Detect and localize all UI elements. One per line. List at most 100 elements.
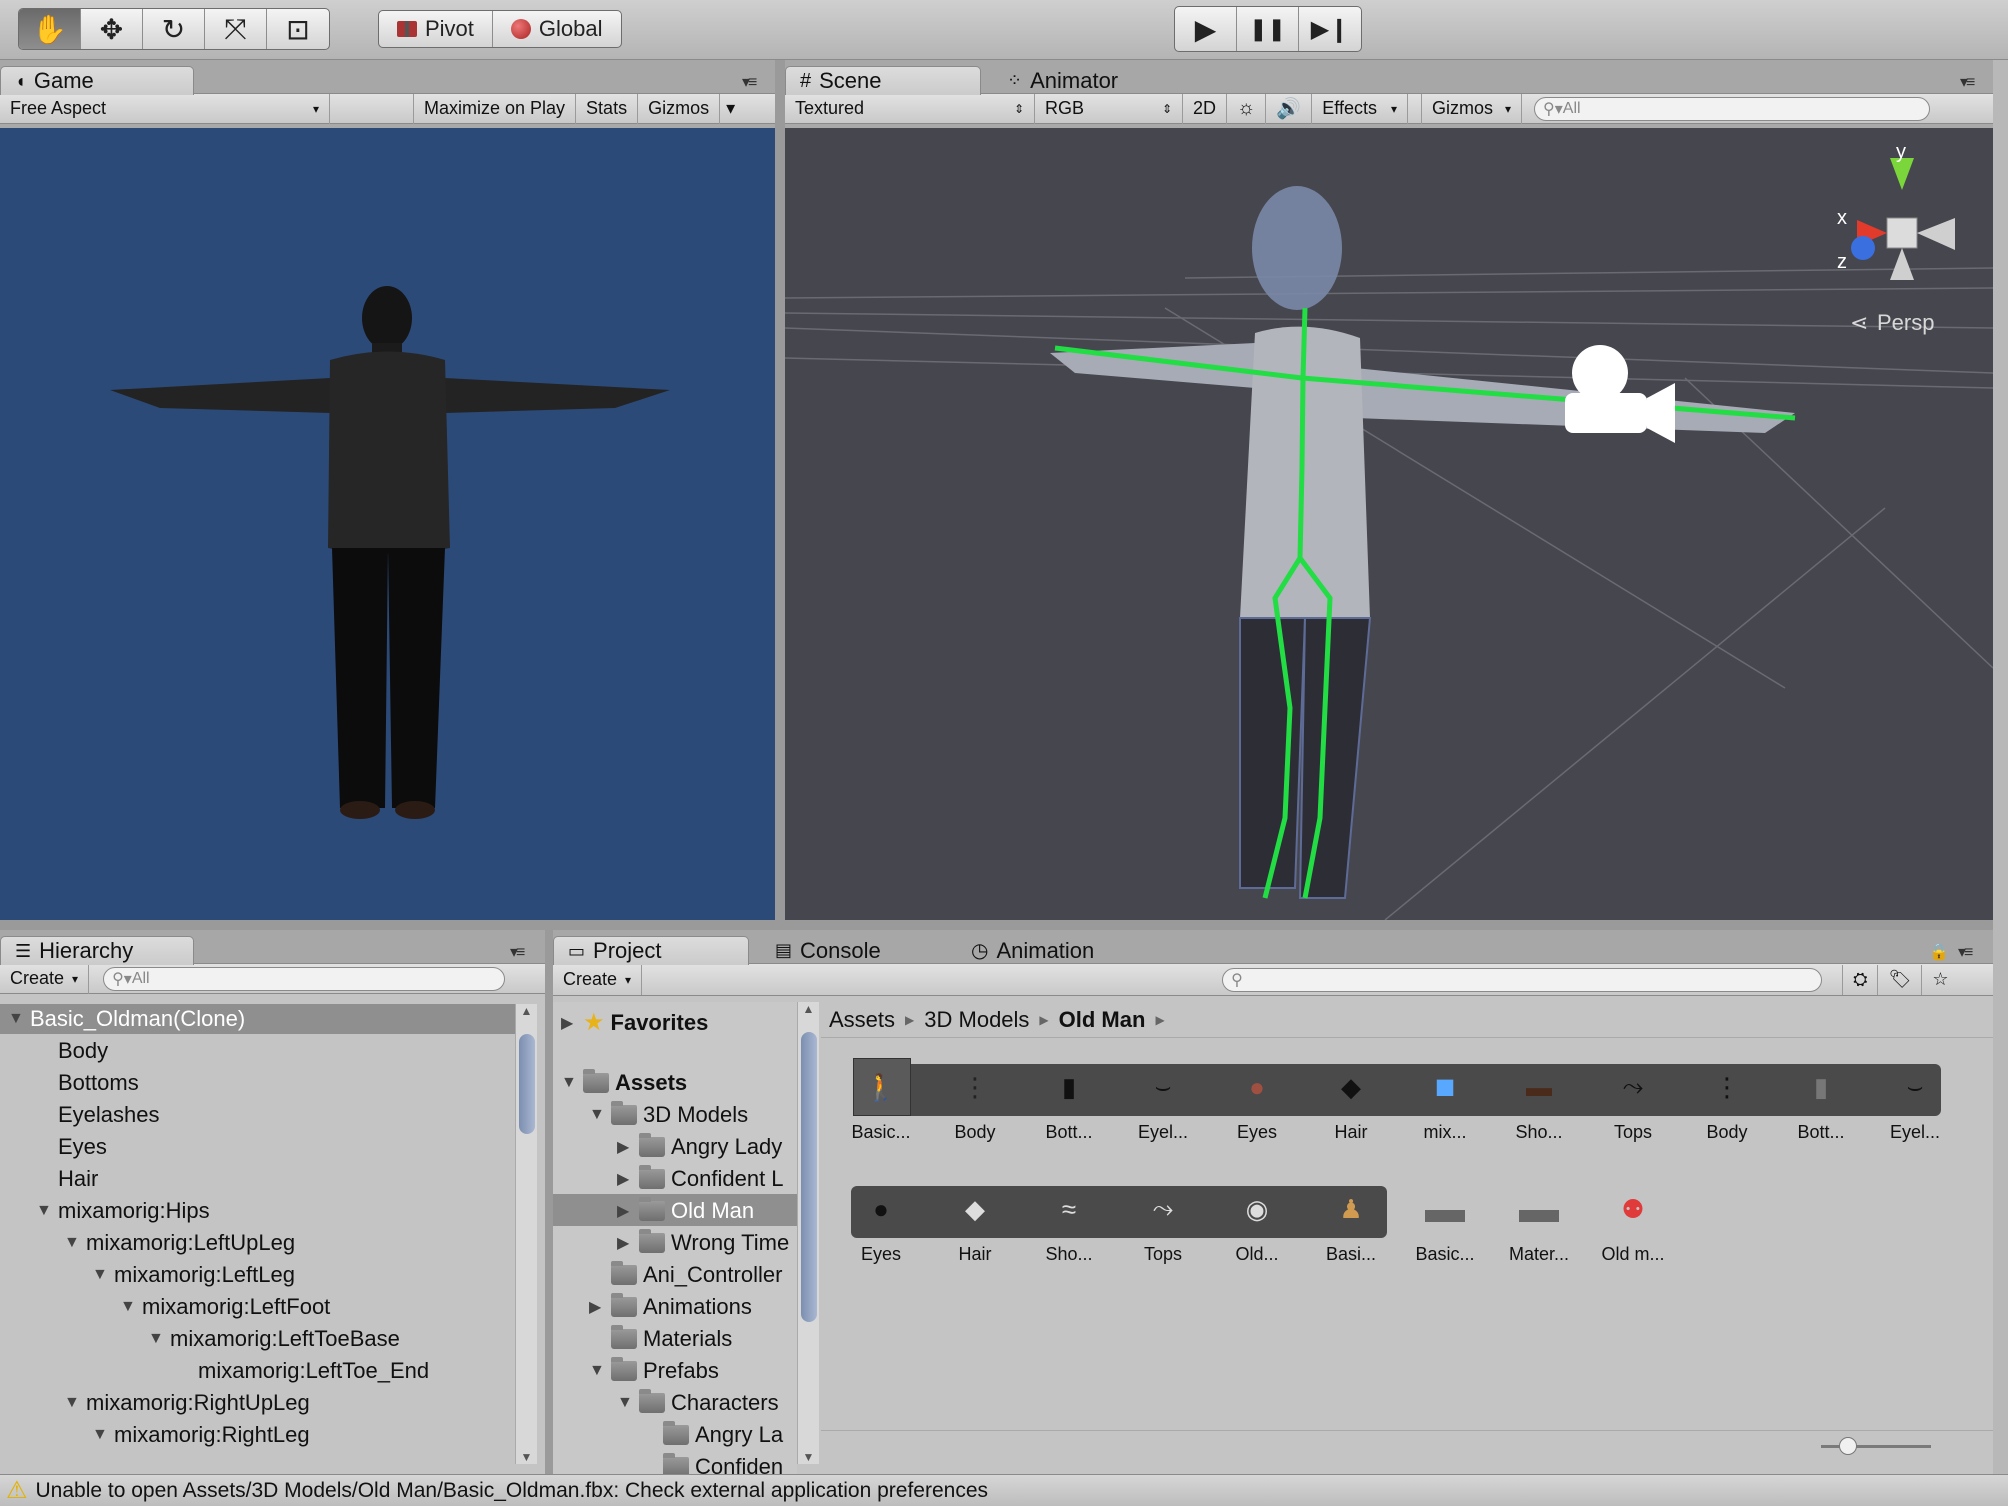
folder-item[interactable]: ▼ Assets xyxy=(561,1069,687,1096)
aspect-dropdown[interactable]: Free Aspect ▾ xyxy=(0,93,330,124)
panel-menu-icon[interactable]: ▾≡ xyxy=(1960,72,1975,92)
expand-triangle-icon[interactable]: ▼ xyxy=(64,1234,80,1252)
global-button[interactable]: Global xyxy=(493,11,621,47)
folder-icon[interactable]: ▬ xyxy=(1509,1184,1569,1234)
hierarchy-item[interactable]: ▼ mixamorig:RightLeg xyxy=(92,1422,310,1448)
tab-animation[interactable]: ◷ Animation xyxy=(957,936,1108,965)
game-gizmos-toggle[interactable]: Gizmos xyxy=(638,93,721,124)
mesh-icon[interactable]: ▮ xyxy=(1791,1062,1851,1112)
zoom-slider-handle[interactable] xyxy=(1839,1437,1857,1455)
horizontal-splitter[interactable] xyxy=(0,920,1993,930)
collapsed-triangle-icon[interactable]: ▶ xyxy=(589,1297,605,1317)
2d-toggle[interactable]: 2D xyxy=(1183,93,1228,124)
lock-icon[interactable]: 🔒 xyxy=(1929,942,1949,962)
expand-triangle-icon[interactable]: ▼ xyxy=(148,1330,164,1348)
mesh-icon[interactable]: ▮ xyxy=(1039,1062,1099,1112)
tab-game[interactable]: ◖ Game xyxy=(0,66,194,95)
folder-item[interactable]: Materials xyxy=(611,1325,732,1352)
mesh-icon[interactable]: ⋮ xyxy=(945,1062,1005,1112)
filter-by-label-icon[interactable]: 🏷 xyxy=(1878,964,1923,995)
expand-triangle-icon[interactable]: ▼ xyxy=(120,1298,136,1316)
breadcrumb-item[interactable]: 3D Models xyxy=(924,1007,1029,1033)
mesh-icon[interactable]: ▬ xyxy=(1509,1062,1569,1112)
folder-item[interactable]: Angry La xyxy=(663,1421,783,1448)
expand-triangle-icon[interactable]: ▼ xyxy=(8,1010,24,1028)
orientation-gizmo-icon[interactable] xyxy=(1851,158,1955,280)
stats-toggle[interactable]: Stats xyxy=(576,93,639,124)
hierarchy-item[interactable]: ▼ mixamorig:LeftFoot xyxy=(120,1294,330,1320)
hierarchy-item[interactable]: Bottoms xyxy=(58,1070,139,1096)
bottom-splitter[interactable] xyxy=(545,930,553,1474)
hierarchy-scroll-thumb[interactable] xyxy=(519,1034,535,1134)
hierarchy-item[interactable]: ▼ Basic_Oldman(Clone) xyxy=(8,1006,245,1032)
expand-triangle-icon[interactable]: ▼ xyxy=(36,1202,52,1220)
mesh-icon[interactable]: ● xyxy=(851,1184,911,1234)
hierarchy-scrollbar[interactable]: ▲ ▼ xyxy=(515,1004,537,1464)
play-icon[interactable]: ▶ xyxy=(1175,7,1237,51)
move-tool-icon[interactable]: ✥ xyxy=(81,9,143,49)
hierarchy-item[interactable]: ▼ mixamorig:LeftToeBase xyxy=(148,1326,400,1352)
hand-tool-icon[interactable]: ✋ xyxy=(19,9,81,49)
mesh-icon[interactable]: ⋮ xyxy=(1697,1062,1757,1112)
folder-item[interactable]: Confiden xyxy=(663,1453,783,1474)
expand-triangle-icon[interactable]: ▼ xyxy=(64,1394,80,1412)
scene-gizmos-dropdown[interactable]: Gizmos ▾ xyxy=(1422,93,1523,124)
panel-menu-icon[interactable]: ▾≡ xyxy=(742,72,757,92)
speaker-icon[interactable]: 🔊 xyxy=(1266,93,1313,124)
folder-item[interactable]: ▶ Old Man xyxy=(617,1197,754,1224)
collapsed-triangle-icon[interactable]: ▶ xyxy=(561,1013,577,1033)
scroll-down-icon[interactable]: ▼ xyxy=(516,1450,537,1464)
hierarchy-item[interactable]: ▼ mixamorig:RightUpLeg xyxy=(64,1390,310,1416)
tab-console[interactable]: ▤ Console xyxy=(761,936,895,965)
pause-icon[interactable]: ❚❚ xyxy=(1237,7,1299,51)
folder-item[interactable]: ▶ Angry Lady xyxy=(617,1133,782,1160)
mesh-icon[interactable]: ⤳ xyxy=(1603,1062,1663,1112)
scroll-up-icon[interactable]: ▲ xyxy=(516,1004,537,1018)
project-tree-scroll-thumb[interactable] xyxy=(801,1032,817,1322)
expand-triangle-icon[interactable]: ▼ xyxy=(589,1362,605,1380)
breadcrumb-item[interactable]: Old Man xyxy=(1059,1007,1146,1033)
hierarchy-create-dropdown[interactable]: Create ▾ xyxy=(0,963,90,994)
effects-dropdown[interactable]: Effects ▾ xyxy=(1312,93,1408,124)
pivot-button[interactable]: Pivot xyxy=(379,11,493,47)
collapsed-triangle-icon[interactable]: ▶ xyxy=(617,1233,633,1253)
expand-triangle-icon[interactable]: ▼ xyxy=(92,1266,108,1284)
hierarchy-item[interactable]: ▼ mixamorig:LeftUpLeg xyxy=(64,1230,295,1256)
zoom-slider-track[interactable] xyxy=(1821,1445,1931,1448)
tab-project[interactable]: ▭ Project xyxy=(553,936,749,965)
mesh-icon[interactable]: ≈ xyxy=(1039,1184,1099,1234)
hierarchy-item[interactable]: Hair xyxy=(58,1166,98,1192)
expand-triangle-icon[interactable]: ▼ xyxy=(561,1074,577,1092)
avatar-icon[interactable]: ♟ xyxy=(1321,1184,1381,1234)
folder-icon[interactable]: ▬ xyxy=(1415,1184,1475,1234)
hierarchy-search-input[interactable]: ⚲▾ All xyxy=(103,966,506,991)
hierarchy-item[interactable]: ▼ mixamorig:LeftLeg xyxy=(92,1262,295,1288)
folder-item[interactable]: ▶ Confident L xyxy=(617,1165,784,1192)
folder-item[interactable]: ▼ Characters xyxy=(617,1389,779,1416)
rotate-tool-icon[interactable]: ↻ xyxy=(143,9,205,49)
project-tree-scrollbar[interactable]: ▲ ▼ xyxy=(797,1002,819,1464)
animation-clip-icon[interactable]: ◉ xyxy=(1227,1184,1287,1234)
rect-tool-icon[interactable]: ⊡ xyxy=(267,9,329,49)
tab-hierarchy[interactable]: ☰ Hierarchy xyxy=(0,936,194,965)
mesh-icon[interactable]: ◆ xyxy=(945,1184,1005,1234)
draw-mode-dropdown[interactable]: Textured ⇕ xyxy=(785,93,1035,124)
mesh-icon[interactable]: ⤳ xyxy=(1133,1184,1193,1234)
chevron-down-icon[interactable]: ▾ xyxy=(720,94,741,124)
hierarchy-item[interactable]: Body xyxy=(58,1038,108,1064)
folder-item[interactable]: ▼ 3D Models xyxy=(589,1101,748,1128)
project-search-input[interactable]: ⚲ xyxy=(1222,967,1823,992)
status-message[interactable]: Unable to open Assets/3D Models/Old Man/… xyxy=(36,1479,989,1503)
expand-triangle-icon[interactable]: ▼ xyxy=(617,1394,633,1412)
scroll-down-icon[interactable]: ▼ xyxy=(798,1450,819,1464)
mesh-icon[interactable]: ⌣ xyxy=(1133,1062,1193,1112)
step-icon[interactable]: ▶❙ xyxy=(1299,7,1361,51)
hierarchy-item[interactable]: Eyelashes xyxy=(58,1102,160,1128)
hierarchy-item[interactable]: Eyes xyxy=(58,1134,107,1160)
collapsed-triangle-icon[interactable]: ▶ xyxy=(617,1201,633,1221)
mesh-icon[interactable]: ⌣ xyxy=(1885,1062,1945,1112)
panel-menu-icon[interactable]: ▾≡ xyxy=(1958,942,1973,962)
scene-viewport[interactable]: y x z ⋖ Persp xyxy=(785,128,1993,920)
filter-by-type-icon[interactable]: ⛭ xyxy=(1842,964,1879,995)
tab-animator[interactable]: ⁘ Animator xyxy=(993,66,1132,95)
